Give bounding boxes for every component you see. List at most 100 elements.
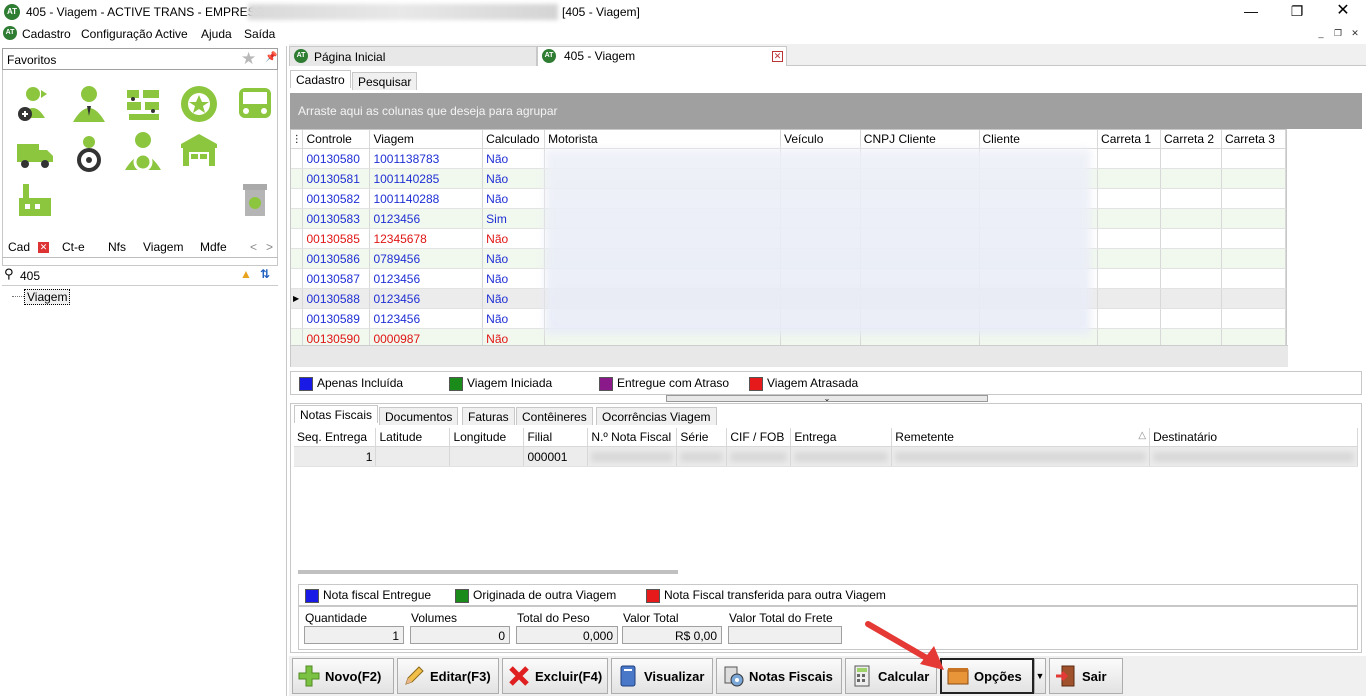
favorite-route-icon[interactable] xyxy=(179,84,219,124)
col-longitude[interactable]: Longitude xyxy=(449,428,525,447)
col-veiculo[interactable]: Veículo xyxy=(780,130,861,149)
favorite-warehouse-icon[interactable] xyxy=(179,130,219,170)
grid-footer xyxy=(291,345,1288,367)
col-seq-entrega[interactable]: Seq. Entrega xyxy=(294,428,377,447)
favorite-bus-icon[interactable] xyxy=(235,84,275,124)
window-title: 405 - Viagem - ACTIVE TRANS - EMPRESA: xyxy=(26,5,267,19)
favorite-steering-user-icon[interactable] xyxy=(69,134,109,174)
tab-mdfe[interactable]: Mdfe xyxy=(200,240,227,254)
quantidade-field: 1 xyxy=(304,626,404,644)
opcoes-button[interactable]: Opções xyxy=(940,658,1034,694)
col-calculado[interactable]: Calculado xyxy=(482,130,546,149)
cell-controle: 00130587 xyxy=(302,268,371,289)
tab-conteineres[interactable]: Contêineres xyxy=(516,407,593,425)
favorite-fleet-icon[interactable] xyxy=(123,84,163,124)
chevron-left-icon[interactable]: < xyxy=(250,240,257,254)
col-cliente[interactable]: Cliente xyxy=(979,130,1099,149)
sort-icon[interactable]: ⇅ xyxy=(260,267,270,281)
close-tab-icon[interactable]: ✕ xyxy=(772,51,783,62)
legend-label: Viagem Atrasada xyxy=(767,376,859,390)
tab-cad[interactable]: Cad xyxy=(8,240,30,254)
tab-faturas[interactable]: Faturas xyxy=(462,407,515,425)
menu-configuracao[interactable]: Configuração Active xyxy=(81,27,188,41)
mdi-close-icon[interactable]: ✕ xyxy=(1348,27,1362,39)
tab-pesquisar[interactable]: Pesquisar xyxy=(352,72,418,90)
visualizar-button[interactable]: Visualizar xyxy=(611,658,713,694)
column-chooser-icon[interactable]: ⋮ xyxy=(291,130,304,149)
favorite-factory-icon[interactable] xyxy=(15,180,55,220)
nf-legend: Nota fiscal Entregue Originada de outra … xyxy=(298,584,1358,606)
favorite-driver-wheel-icon[interactable] xyxy=(123,130,163,170)
favorite-driver-icon[interactable] xyxy=(69,84,109,124)
col-serie[interactable]: Série xyxy=(676,428,728,447)
tab-405-viagem[interactable]: AT 405 - Viagem ✕ xyxy=(537,46,787,66)
pin-icon[interactable]: 📌 xyxy=(265,52,277,63)
sair-button[interactable]: Sair xyxy=(1049,658,1123,694)
mdi-minimize-icon[interactable]: _ xyxy=(1314,27,1328,39)
col-carreta-1[interactable]: Carreta 1 xyxy=(1097,130,1161,149)
row-indicator xyxy=(291,148,304,169)
opcoes-label: Opções xyxy=(974,668,1022,684)
col-cnpj-cliente[interactable]: CNPJ Cliente xyxy=(860,130,980,149)
notas-fiscais-button[interactable]: Notas Fiscais xyxy=(716,658,842,694)
col-carreta-2[interactable]: Carreta 2 xyxy=(1160,130,1222,149)
close-icon[interactable]: ✕ xyxy=(1320,0,1366,24)
minimize-icon[interactable]: — xyxy=(1228,0,1274,24)
novo-button[interactable]: Novo(F2) xyxy=(292,658,394,694)
row-indicator: ▶ xyxy=(291,288,304,309)
table-row[interactable]: 1 000001 xyxy=(294,446,1358,467)
tab-nfs[interactable]: Nfs xyxy=(108,240,126,254)
editar-button[interactable]: Editar(F3) xyxy=(397,658,499,694)
col-controle[interactable]: Controle xyxy=(302,130,371,149)
tab-cadastro[interactable]: Cadastro xyxy=(290,70,351,88)
opcoes-dropdown-button[interactable]: ▼ xyxy=(1034,658,1046,694)
legend-swatch xyxy=(449,377,463,391)
col-nota-fiscal[interactable]: N.º Nota Fiscal xyxy=(587,428,678,447)
tab-label: Página Inicial xyxy=(314,50,386,64)
row-indicator xyxy=(291,228,304,249)
tab-ocorrencias[interactable]: Ocorrências Viagem xyxy=(596,407,717,425)
tab-pagina-inicial[interactable]: AT Página Inicial xyxy=(289,46,537,66)
search-input[interactable]: 405 xyxy=(20,269,40,283)
col-latitude[interactable]: Latitude xyxy=(375,428,451,447)
favorite-user-add-icon[interactable] xyxy=(15,84,55,124)
tab-viagem[interactable]: Viagem xyxy=(143,240,183,254)
horizontal-scrollbar[interactable] xyxy=(298,570,678,574)
menu-saida[interactable]: Saída xyxy=(244,27,275,41)
cell-seq: 1 xyxy=(294,446,377,467)
tab-documentos[interactable]: Documentos xyxy=(379,407,459,425)
col-destinatario[interactable]: Destinatário xyxy=(1149,428,1358,447)
close-tab-icon[interactable]: ✕ xyxy=(38,242,49,253)
col-viagem[interactable]: Viagem xyxy=(369,130,484,149)
chevron-right-icon[interactable]: > xyxy=(266,240,273,254)
star-icon[interactable]: ★ xyxy=(241,49,256,69)
col-cif-fob[interactable]: CIF / FOB xyxy=(726,428,792,447)
clear-filter-icon[interactable]: ▲ xyxy=(240,267,252,281)
favorite-truck-icon[interactable] xyxy=(15,134,55,174)
col-carreta-3[interactable]: Carreta 3 xyxy=(1221,130,1287,149)
col-remetente[interactable]: Remetente △ xyxy=(891,428,1151,447)
cell-viagem: 0789456 xyxy=(369,248,484,269)
group-by-area[interactable]: Arraste aqui as colunas que deseja para … xyxy=(290,93,1362,129)
tree-search[interactable]: ⚲ 405 ▲ ⇅ xyxy=(2,266,278,286)
restore-icon[interactable]: ❐ xyxy=(1274,0,1320,24)
tree-item-viagem[interactable]: Viagem xyxy=(24,289,71,305)
excluir-button[interactable]: Excluir(F4) xyxy=(502,658,608,694)
tab-cte[interactable]: Ct-e xyxy=(62,240,85,254)
splitter-handle[interactable]: ⌄ xyxy=(666,395,988,403)
menu-cadastro[interactable]: Cadastro xyxy=(22,27,71,41)
menu-ajuda[interactable]: Ajuda xyxy=(201,27,232,41)
notas-grid: Seq. Entrega Latitude Longitude Filial N… xyxy=(294,428,1358,578)
notas-table: Seq. Entrega Latitude Longitude Filial N… xyxy=(294,428,1358,467)
cell-carreta-3 xyxy=(1221,228,1287,249)
legend-swatch xyxy=(646,589,660,603)
col-entrega[interactable]: Entrega xyxy=(790,428,893,447)
cell-carreta-3 xyxy=(1221,168,1287,189)
legend-swatch xyxy=(455,589,469,603)
tab-notas-fiscais[interactable]: Notas Fiscais xyxy=(294,405,379,423)
cell-viagem: 0123456 xyxy=(369,208,484,229)
recycle-bin-icon[interactable] xyxy=(235,180,275,220)
mdi-restore-icon[interactable]: ❐ xyxy=(1331,27,1345,39)
col-motorista[interactable]: Motorista xyxy=(544,130,781,149)
col-filial[interactable]: Filial xyxy=(523,428,589,447)
